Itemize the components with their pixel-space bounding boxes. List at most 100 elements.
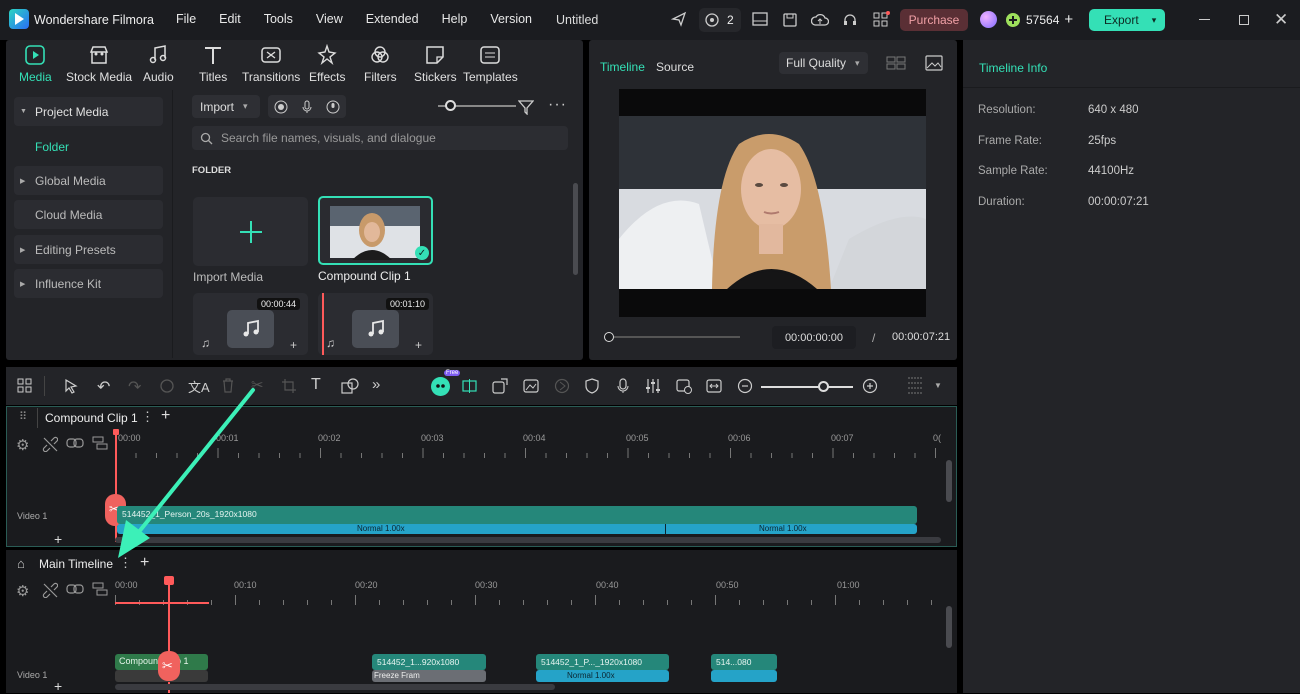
- unlink-icon[interactable]: [42, 582, 59, 601]
- microphone-icon[interactable]: [300, 100, 314, 114]
- more-tools-icon[interactable]: »: [372, 376, 380, 393]
- current-time[interactable]: 00:00:00:00: [772, 326, 856, 349]
- tab-templates[interactable]: Templates: [463, 44, 518, 84]
- video-clip[interactable]: 514452_1...920x1080: [372, 654, 486, 670]
- tab-source[interactable]: Source: [656, 60, 694, 74]
- audio-tile-2[interactable]: 00:01:10 ♫ +: [318, 293, 433, 355]
- menu-help[interactable]: Help: [442, 12, 468, 26]
- save-icon[interactable]: [782, 12, 798, 28]
- sidebar-item-global-media[interactable]: ▶ Global Media: [14, 166, 163, 195]
- timeline-zoom-handle[interactable]: [818, 381, 829, 392]
- quality-dropdown[interactable]: Full Quality ▾: [779, 52, 868, 74]
- render-preview-icon[interactable]: [676, 378, 692, 397]
- unlink-icon[interactable]: [42, 436, 59, 455]
- layout-grid-icon[interactable]: [17, 378, 33, 397]
- audio-mixer-icon[interactable]: [645, 378, 661, 397]
- add-credits-icon[interactable]: +: [1064, 11, 1073, 28]
- close-icon[interactable]: ✕: [1274, 10, 1288, 30]
- link-icon[interactable]: [66, 436, 84, 453]
- settings-icon[interactable]: ⚙: [16, 436, 29, 454]
- select-tool-icon[interactable]: [63, 378, 79, 397]
- video-clip[interactable]: 514...080: [711, 654, 777, 670]
- tab-media[interactable]: Media: [19, 44, 52, 84]
- record-screen-icon[interactable]: [274, 100, 288, 114]
- video-clip[interactable]: 514452_1_P..._1920x1080: [536, 654, 669, 670]
- compound-clip-thumbnail[interactable]: ✓: [318, 196, 433, 265]
- avatar[interactable]: [980, 11, 997, 28]
- cloud-upload-icon[interactable]: [811, 12, 829, 28]
- menu-edit[interactable]: Edit: [219, 12, 241, 26]
- export-button[interactable]: Export ▾: [1089, 9, 1165, 31]
- search-input[interactable]: Search file names, visuals, and dialogue: [192, 126, 568, 150]
- tab-transitions[interactable]: Transitions: [242, 44, 300, 84]
- playback-progress-bar[interactable]: [614, 336, 740, 338]
- fit-timeline-icon[interactable]: [706, 378, 722, 397]
- mask-icon[interactable]: [341, 378, 359, 397]
- collab-button[interactable]: 2: [699, 8, 741, 32]
- video-preview[interactable]: [619, 89, 926, 317]
- chevron-down-icon[interactable]: ▼: [934, 381, 942, 390]
- freeze-frame-clip[interactable]: Freeze Fram: [372, 670, 486, 682]
- import-dropdown[interactable]: Import ▾: [192, 95, 260, 118]
- sidebar-item-cloud-media[interactable]: Cloud Media: [14, 200, 163, 229]
- layout-icon[interactable]: [752, 12, 768, 26]
- sidebar-item-influence-kit[interactable]: ▶ Influence Kit: [14, 269, 163, 298]
- filter-icon[interactable]: [517, 99, 535, 118]
- add-to-timeline-icon[interactable]: +: [290, 338, 297, 352]
- tab-effects[interactable]: Effects: [309, 44, 345, 84]
- add-track-icon[interactable]: +: [54, 678, 62, 694]
- ai-copilot-icon[interactable]: [431, 377, 450, 396]
- zoom-slider-handle[interactable]: [445, 100, 456, 111]
- playback-progress-handle[interactable]: [604, 332, 614, 342]
- credits-badge[interactable]: 57564 +: [1005, 11, 1073, 28]
- purchase-button[interactable]: Purchase: [900, 9, 968, 31]
- grid-view-icon[interactable]: [886, 56, 906, 73]
- main-v-scrollbar[interactable]: [946, 606, 952, 648]
- audio-clip[interactable]: Normal 1.00x: [536, 670, 669, 682]
- track-layout-icon[interactable]: [907, 376, 923, 397]
- tab-stock-media[interactable]: Stock Media: [66, 44, 132, 84]
- sidebar-item-project-media[interactable]: ▼ Project Media: [14, 97, 163, 126]
- track-manager-icon[interactable]: [92, 582, 108, 599]
- import-media-tile[interactable]: [193, 197, 308, 266]
- headset-icon[interactable]: [842, 12, 858, 28]
- main-h-scrollbar[interactable]: [115, 684, 555, 690]
- crop-icon[interactable]: [281, 378, 297, 397]
- minimize-icon[interactable]: [1199, 19, 1210, 20]
- tab-titles[interactable]: Titles: [199, 44, 227, 84]
- sidebar-item-editing-presets[interactable]: ▶ Editing Presets: [14, 235, 163, 264]
- add-to-timeline-icon[interactable]: +: [415, 338, 422, 352]
- motion-tracking-icon[interactable]: [554, 378, 570, 397]
- audio-tile-1[interactable]: 00:00:44 ♫ +: [193, 293, 308, 355]
- playhead-marker[interactable]: [164, 576, 174, 585]
- keyframe-shield-icon[interactable]: [585, 378, 599, 397]
- add-track-icon[interactable]: +: [54, 531, 62, 547]
- smart-cutout-icon[interactable]: [461, 378, 478, 397]
- tab-stickers[interactable]: Stickers: [414, 44, 457, 84]
- voiceover-icon[interactable]: [326, 100, 340, 114]
- text-tool-icon[interactable]: T: [311, 376, 321, 394]
- scissors-icon[interactable]: ✂: [158, 651, 180, 681]
- audio-clip[interactable]: [711, 670, 777, 682]
- apps-grid-icon[interactable]: [872, 11, 890, 29]
- snapshot-icon[interactable]: [925, 55, 943, 74]
- tab-filters[interactable]: Filters: [364, 44, 397, 84]
- restore-icon[interactable]: [1239, 15, 1249, 25]
- menu-extended[interactable]: Extended: [366, 12, 419, 26]
- main-ruler[interactable]: 00:00 00:10 00:20 00:30 00:40 00:50 01:0…: [115, 575, 944, 605]
- image-edit-icon[interactable]: [523, 378, 539, 397]
- menu-view[interactable]: View: [316, 12, 343, 26]
- record-voiceover-icon[interactable]: [616, 378, 630, 397]
- menu-file[interactable]: File: [176, 12, 196, 26]
- more-options-icon[interactable]: ···: [548, 96, 567, 114]
- menu-version[interactable]: Version: [490, 12, 532, 26]
- library-scrollbar[interactable]: [573, 183, 578, 275]
- drag-handle-icon[interactable]: ⠿: [19, 410, 27, 423]
- zoom-out-icon[interactable]: [737, 378, 753, 397]
- tab-timeline[interactable]: Timeline: [600, 60, 645, 74]
- replace-icon[interactable]: [492, 378, 508, 397]
- zoom-in-icon[interactable]: [862, 378, 878, 397]
- timeline-zoom-track[interactable]: [761, 386, 853, 388]
- send-icon[interactable]: [671, 11, 687, 27]
- link-icon[interactable]: [66, 582, 84, 599]
